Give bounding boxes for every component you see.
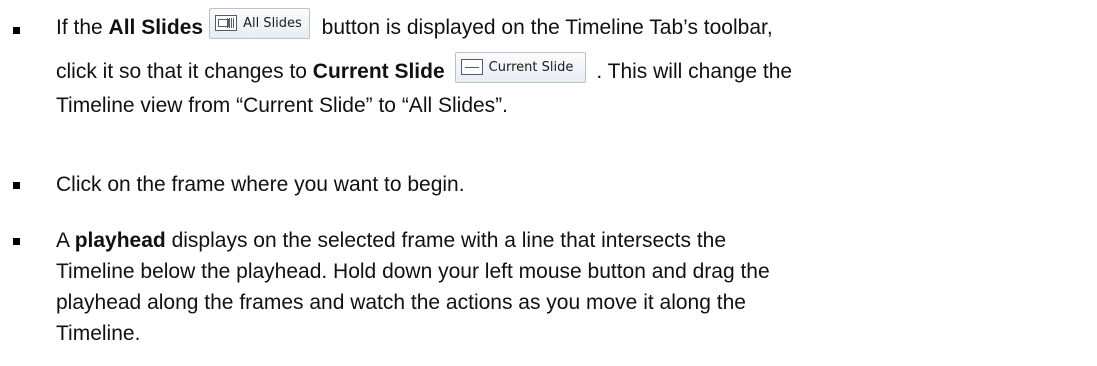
current-slide-icon: [460, 59, 483, 76]
bullet-line: click it so that it changes to Current S…: [56, 51, 1056, 90]
bullet-marker: [13, 27, 20, 34]
text-run: If the: [56, 16, 109, 39]
text-run: A: [56, 229, 75, 252]
bold-term-all-slides: All Slides: [108, 16, 204, 39]
bullet-line: A playhead displays on the selected fram…: [56, 225, 1056, 256]
text-run: button is displayed on the Timeline Tab’…: [315, 16, 773, 39]
bold-term-playhead: playhead: [74, 229, 166, 252]
bullet-line: playhead along the frames and watch the …: [56, 291, 746, 314]
bullet-line: Timeline view from “Current Slide” to “A…: [56, 94, 509, 117]
text-run: . This will change the: [596, 60, 793, 83]
text-run: click it so that it changes to: [56, 60, 313, 83]
bullet-marker: [13, 182, 20, 189]
all-slides-icon: [215, 15, 238, 32]
bullet-marker: [13, 238, 20, 245]
bullet-line: If the All Slides All Slides button is di…: [56, 7, 1056, 52]
button-label: Current Slide: [488, 59, 574, 75]
text-run: displays on the selected frame with a li…: [165, 229, 727, 252]
bullet-line: Click on the frame where you want to beg…: [56, 173, 465, 196]
bold-term-current-slide: Current Slide: [312, 60, 445, 83]
bullet-text: A playhead displays on the selected fram…: [56, 225, 1056, 349]
bullet-line: Timeline.: [56, 322, 141, 345]
button-label: All Slides: [243, 15, 302, 31]
all-slides-button[interactable]: All Slides: [209, 7, 310, 39]
bullet-line: Timeline below the playhead. Hold down y…: [56, 260, 770, 283]
bullet-text: Click on the frame where you want to beg…: [56, 169, 1056, 200]
bullet-text: If the All Slides All Slides button is di…: [56, 7, 1056, 121]
current-slide-button[interactable]: Current Slide: [454, 51, 587, 83]
document: If the All Slides All Slides button is di…: [0, 0, 1097, 366]
